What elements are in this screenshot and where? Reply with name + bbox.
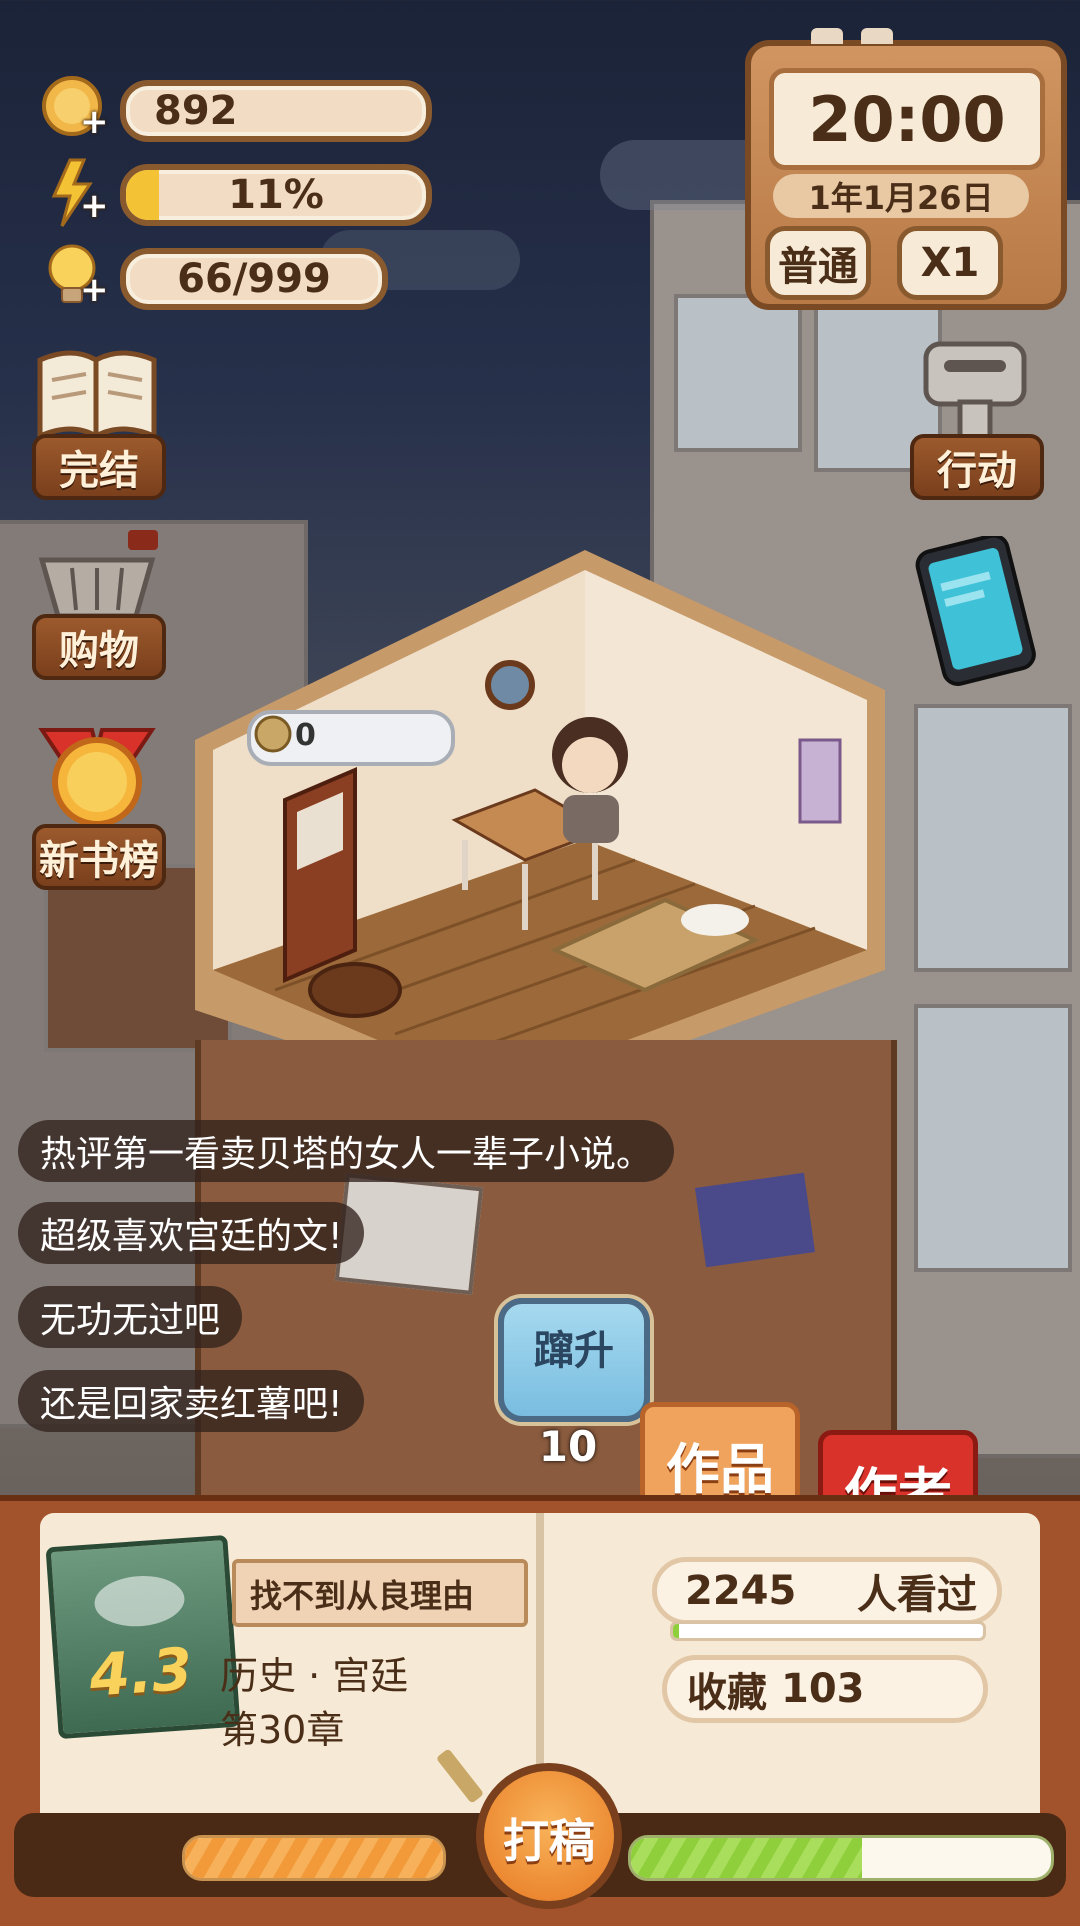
- boost-button[interactable]: 蹿升: [498, 1298, 650, 1422]
- ideas-value: 66/999: [177, 256, 331, 302]
- building-window: [914, 704, 1072, 972]
- coins-bar: 892: [120, 80, 432, 142]
- writing-progress-right-fill: [631, 1838, 862, 1878]
- mode-button[interactable]: 普通: [765, 226, 871, 300]
- favorites-pill: 收藏 103: [662, 1655, 988, 1723]
- new-book-ranking-label: 新书榜: [32, 824, 166, 890]
- novel-rating: 4.3: [87, 1634, 195, 1710]
- clock-bell-icon: [861, 28, 893, 44]
- ideas-resource[interactable]: 66/999 +: [40, 240, 440, 310]
- action-label: 行动: [910, 434, 1044, 500]
- novel-cover[interactable]: 4.3: [45, 1534, 241, 1740]
- views-label: 人看过: [857, 1572, 977, 1618]
- writing-progress-left-fill: [185, 1838, 443, 1878]
- plus-icon[interactable]: +: [80, 270, 109, 310]
- comment-bubble: 无功无过吧: [18, 1286, 243, 1348]
- book-panel: 4.3 找不到从良理由 历史 · 宫廷 第30章 2245 人看过 收藏 103…: [0, 1495, 1080, 1926]
- shopping-button[interactable]: 购物: [32, 520, 166, 680]
- energy-bar: 11%: [120, 164, 432, 226]
- views-progress-track: [670, 1621, 986, 1641]
- building-window: [674, 294, 802, 452]
- sticky-notes: [694, 1172, 816, 1268]
- tablet-button[interactable]: [912, 533, 1038, 686]
- comment-bubble: 超级喜欢宫廷的文!: [18, 1202, 365, 1264]
- finish-label: 完结: [32, 434, 166, 500]
- room-illustration: [195, 550, 885, 1110]
- ideas-bar: 66/999: [120, 248, 388, 310]
- plus-icon[interactable]: +: [80, 102, 109, 142]
- clock-bell-icon: [811, 28, 843, 44]
- energy-resource[interactable]: 11% +: [40, 156, 440, 227]
- write-button-label: 打稿: [503, 1814, 595, 1868]
- energy-value: 11%: [228, 172, 324, 218]
- novel-title-ribbon: 找不到从良理由: [232, 1559, 528, 1627]
- favorites-label: 收藏: [687, 1670, 767, 1716]
- game-time: 20:00: [769, 68, 1045, 170]
- game-date: 1年1月26日: [773, 174, 1029, 218]
- finish-button[interactable]: 完结: [32, 340, 166, 500]
- clock-panel: 20:00 1年1月26日 普通 X1: [745, 28, 1067, 310]
- tab-works-label: 作品: [666, 1438, 774, 1501]
- novel-genre: 历史 · 宫廷: [220, 1654, 409, 1698]
- favorites-count: 103: [781, 1666, 865, 1712]
- crane-icon: [92, 1573, 187, 1630]
- shopping-label: 购物: [32, 614, 166, 680]
- writing-progress-right: [628, 1835, 1054, 1881]
- tablet-icon: [915, 533, 1036, 686]
- new-book-ranking-button[interactable]: 新书榜: [32, 720, 166, 890]
- views-pill: 2245 人看过: [652, 1557, 1002, 1625]
- medal-icon: [38, 728, 156, 827]
- views-count: 2245: [685, 1568, 797, 1614]
- coins-resource[interactable]: 892 +: [40, 72, 440, 142]
- coin-icon: [254, 715, 292, 753]
- boost-label: 蹿升: [534, 1328, 614, 1374]
- boost-count: 10: [538, 1422, 598, 1471]
- plus-icon[interactable]: +: [80, 186, 109, 226]
- writing-progress-left: [182, 1835, 446, 1881]
- building-window: [914, 1004, 1072, 1272]
- speed-button[interactable]: X1: [897, 226, 1003, 300]
- room-scene[interactable]: 0: [195, 550, 885, 1110]
- action-button[interactable]: 行动: [910, 340, 1044, 500]
- views-progress-fill: [673, 1624, 680, 1638]
- comment-bubble: 热评第一看卖贝塔的女人一辈子小说。: [18, 1120, 675, 1182]
- coins-value: 892: [154, 88, 238, 134]
- comment-bubble: 还是回家卖红薯吧!: [18, 1370, 365, 1432]
- coin-bubble: 0: [247, 710, 455, 766]
- coin-bubble-value: 0: [295, 718, 316, 753]
- novel-title: 找不到从良理由: [250, 1577, 475, 1615]
- novel-chapter: 第30章: [220, 1708, 345, 1752]
- write-button[interactable]: 打稿: [476, 1763, 622, 1909]
